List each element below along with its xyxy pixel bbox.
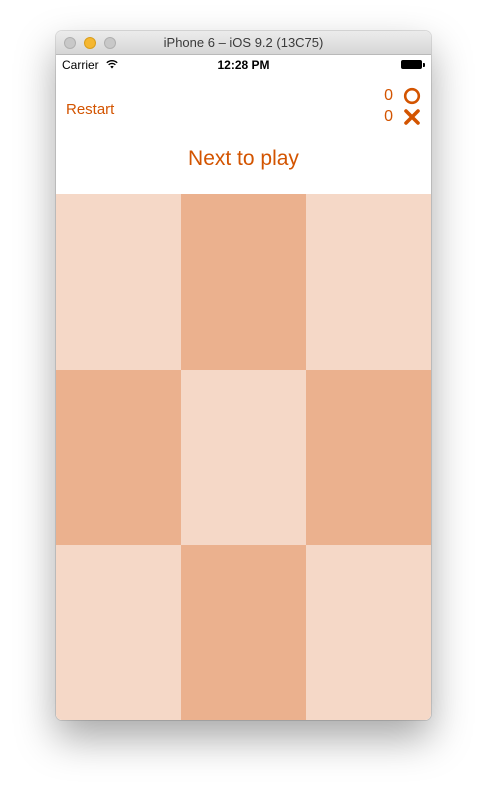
board-cell-0-0[interactable] [56,194,181,370]
board-cell-0-2[interactable] [306,194,431,370]
device-screen: Carrier 12:28 PM Restart 0 0 Next to pla… [56,55,431,720]
score-o-value: 0 [384,87,393,104]
window-title: iPhone 6 – iOS 9.2 (13C75) [163,35,324,50]
restart-button[interactable]: Restart [66,101,114,118]
status-time: 12:28 PM [217,58,270,72]
status-bar: Carrier 12:28 PM [56,55,431,75]
board-cell-2-1[interactable] [181,545,306,720]
battery-icon [401,60,425,69]
game-board [56,194,431,720]
board-cell-0-1[interactable] [181,194,306,370]
score-x-value: 0 [384,108,393,125]
cross-icon [404,109,420,125]
board-cell-1-1[interactable] [181,370,306,545]
circle-icon [403,87,421,105]
next-to-play-label: Next to play [188,147,299,170]
board-cell-1-0[interactable] [56,370,181,545]
score-x: 0 [375,107,421,127]
board-cell-2-0[interactable] [56,545,181,720]
window-title-bar[interactable]: iPhone 6 – iOS 9.2 (13C75) [56,31,431,55]
board-cell-2-2[interactable] [306,545,431,720]
score-o: 0 [375,86,421,106]
simulator-window: iPhone 6 – iOS 9.2 (13C75) Carrier 12:28… [56,31,431,720]
board-cell-1-2[interactable] [306,370,431,545]
